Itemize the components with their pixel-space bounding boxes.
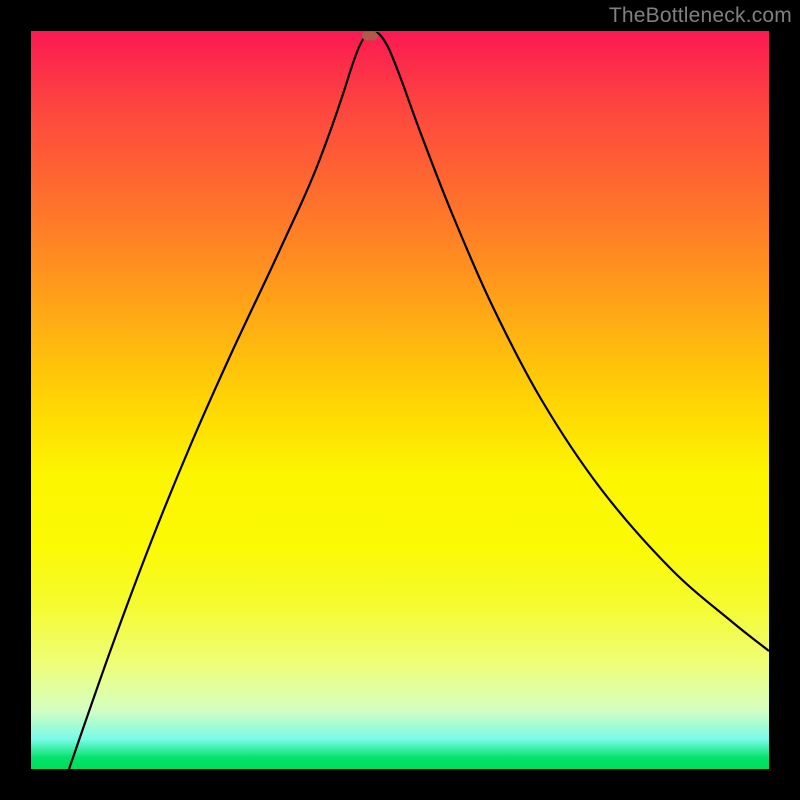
- plot-area: [31, 31, 769, 769]
- optimal-marker: [362, 32, 378, 41]
- bottleneck-curve: [69, 33, 769, 769]
- curve-svg: [31, 31, 769, 769]
- chart-stage: TheBottleneck.com: [0, 0, 800, 800]
- watermark-text: TheBottleneck.com: [609, 4, 792, 28]
